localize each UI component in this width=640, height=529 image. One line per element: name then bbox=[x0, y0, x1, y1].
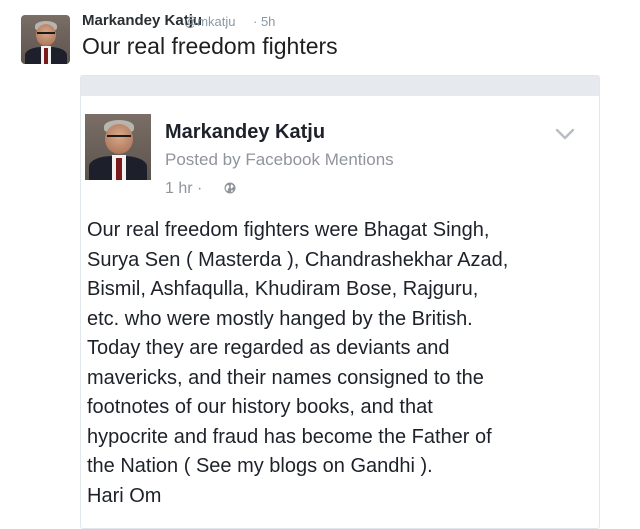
post-body-line: the Nation ( See my blogs on Gandhi ). bbox=[87, 455, 433, 477]
post-author-name[interactable]: Markandey Katju bbox=[165, 121, 325, 144]
post-body-line: mavericks, and their names consigned to … bbox=[87, 366, 484, 389]
post-body-line: Our real freedom fighters were Bhagat Si… bbox=[87, 219, 490, 241]
post-author-avatar[interactable] bbox=[85, 114, 151, 180]
post-body-line: hypocrite and fraud has become the Fathe… bbox=[87, 425, 492, 448]
posted-by-label[interactable]: Posted by Facebook Mentions bbox=[165, 150, 394, 170]
post-timestamp[interactable]: 1 hr · bbox=[165, 180, 202, 198]
post-body-line: etc. who were mostly hanged by the Briti… bbox=[87, 307, 473, 330]
post-body-line: Today they are regarded as deviants and bbox=[87, 337, 450, 359]
post-body-line: Hari Om bbox=[87, 484, 162, 507]
chevron-down-icon[interactable] bbox=[554, 126, 576, 142]
post-body: Our real freedom fighters were Bhagat Si… bbox=[87, 216, 597, 511]
post-body-line: Surya Sen ( Masterda ), Chandrashekhar A… bbox=[87, 248, 509, 271]
post-body-line: footnotes of our history books, and that bbox=[87, 396, 433, 418]
post-body-line: Bismil, Ashfaqulla, Khudiram Bose, Rajgu… bbox=[87, 278, 479, 300]
card-header-bar bbox=[81, 76, 599, 96]
tweet-timestamp[interactable]: · 5h bbox=[253, 14, 275, 29]
globe-icon bbox=[224, 182, 236, 194]
tweet: Markandey Katju @mkatju · 5h Our real fr… bbox=[0, 0, 640, 529]
tweet-text: Our real freedom fighters bbox=[82, 33, 338, 59]
tweet-author-avatar[interactable] bbox=[21, 15, 70, 64]
embedded-facebook-post[interactable]: Markandey Katju Posted by Facebook Menti… bbox=[80, 75, 600, 529]
tweet-author-handle[interactable]: @mkatju bbox=[184, 14, 236, 29]
